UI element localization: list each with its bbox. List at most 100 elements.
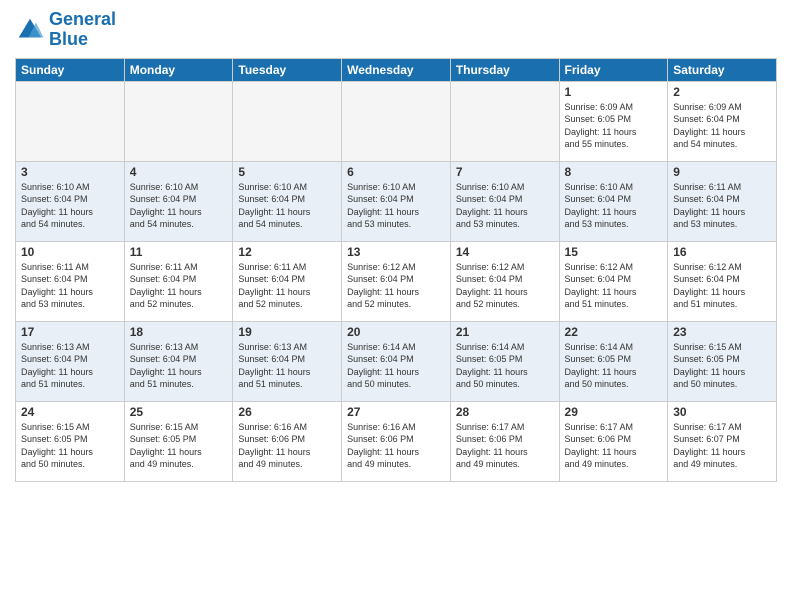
day-info: Sunrise: 6:16 AM Sunset: 6:06 PM Dayligh… [238,421,336,471]
calendar-week-3: 10 Sunrise: 6:11 AM Sunset: 6:04 PM Dayli… [16,241,777,321]
calendar-cell: 8 Sunrise: 6:10 AM Sunset: 6:04 PM Daylig… [559,161,668,241]
day-number: 15 [565,245,663,259]
logo-text: General Blue [49,10,116,50]
day-number: 13 [347,245,445,259]
day-number: 1 [565,85,663,99]
day-number: 24 [21,405,119,419]
calendar-cell: 5 Sunrise: 6:10 AM Sunset: 6:04 PM Daylig… [233,161,342,241]
day-number: 16 [673,245,771,259]
calendar-cell: 15 Sunrise: 6:12 AM Sunset: 6:04 PM Dayli… [559,241,668,321]
logo-general: General [49,9,116,29]
calendar-cell: 16 Sunrise: 6:12 AM Sunset: 6:04 PM Dayli… [668,241,777,321]
day-info: Sunrise: 6:15 AM Sunset: 6:05 PM Dayligh… [130,421,228,471]
day-number: 7 [456,165,554,179]
day-info: Sunrise: 6:10 AM Sunset: 6:04 PM Dayligh… [565,181,663,231]
calendar-col-saturday: Saturday [668,58,777,81]
calendar-cell: 9 Sunrise: 6:11 AM Sunset: 6:04 PM Daylig… [668,161,777,241]
day-number: 8 [565,165,663,179]
calendar-cell: 27Sunrise: 6:16 AM Sunset: 6:06 PM Dayli… [342,401,451,481]
calendar-cell: 4 Sunrise: 6:10 AM Sunset: 6:04 PM Daylig… [124,161,233,241]
day-number: 18 [130,325,228,339]
day-number: 4 [130,165,228,179]
logo-blue: Blue [49,29,88,49]
day-number: 14 [456,245,554,259]
calendar-col-friday: Friday [559,58,668,81]
calendar-cell: 21 Sunrise: 6:14 AM Sunset: 6:05 PM Dayli… [450,321,559,401]
day-number: 26 [238,405,336,419]
calendar-cell: 23Sunrise: 6:15 AM Sunset: 6:05 PM Dayli… [668,321,777,401]
day-number: 10 [21,245,119,259]
calendar-cell: 26 Sunrise: 6:16 AM Sunset: 6:06 PM Dayli… [233,401,342,481]
day-number: 17 [21,325,119,339]
day-info: Sunrise: 6:15 AM Sunset: 6:05 PM Dayligh… [673,341,771,391]
calendar-cell: 24 Sunrise: 6:15 AM Sunset: 6:05 PM Dayli… [16,401,125,481]
calendar-table: SundayMondayTuesdayWednesdayThursdayFrid… [15,58,777,482]
calendar-cell: 17 Sunrise: 6:13 AM Sunset: 6:04 PM Dayli… [16,321,125,401]
day-info: Sunrise: 6:12 AM Sunset: 6:04 PM Dayligh… [456,261,554,311]
page: General Blue SundayMondayTuesdayWednesda… [0,0,792,612]
day-number: 28 [456,405,554,419]
calendar-cell: 11 Sunrise: 6:11 AM Sunset: 6:04 PM Dayli… [124,241,233,321]
day-info: Sunrise: 6:13 AM Sunset: 6:04 PM Dayligh… [21,341,119,391]
calendar-cell [16,81,125,161]
calendar-cell: 1Sunrise: 6:09 AM Sunset: 6:05 PM Daylig… [559,81,668,161]
day-number: 27 [347,405,445,419]
day-info: Sunrise: 6:17 AM Sunset: 6:07 PM Dayligh… [673,421,771,471]
header: General Blue [15,10,777,50]
calendar-cell: 19 Sunrise: 6:13 AM Sunset: 6:04 PM Dayli… [233,321,342,401]
calendar-cell: 29Sunrise: 6:17 AM Sunset: 6:06 PM Dayli… [559,401,668,481]
calendar-week-4: 17 Sunrise: 6:13 AM Sunset: 6:04 PM Dayli… [16,321,777,401]
day-info: Sunrise: 6:09 AM Sunset: 6:04 PM Dayligh… [673,101,771,151]
calendar-col-thursday: Thursday [450,58,559,81]
calendar-week-1: 1Sunrise: 6:09 AM Sunset: 6:05 PM Daylig… [16,81,777,161]
calendar-cell: 20Sunrise: 6:14 AM Sunset: 6:04 PM Dayli… [342,321,451,401]
calendar-col-tuesday: Tuesday [233,58,342,81]
day-info: Sunrise: 6:11 AM Sunset: 6:04 PM Dayligh… [673,181,771,231]
day-info: Sunrise: 6:12 AM Sunset: 6:04 PM Dayligh… [347,261,445,311]
calendar-cell [342,81,451,161]
calendar-cell [233,81,342,161]
calendar-cell: 22Sunrise: 6:14 AM Sunset: 6:05 PM Dayli… [559,321,668,401]
day-info: Sunrise: 6:10 AM Sunset: 6:04 PM Dayligh… [21,181,119,231]
calendar-cell: 18Sunrise: 6:13 AM Sunset: 6:04 PM Dayli… [124,321,233,401]
calendar-week-2: 3 Sunrise: 6:10 AM Sunset: 6:04 PM Daylig… [16,161,777,241]
day-info: Sunrise: 6:17 AM Sunset: 6:06 PM Dayligh… [456,421,554,471]
calendar-cell: 6Sunrise: 6:10 AM Sunset: 6:04 PM Daylig… [342,161,451,241]
calendar-cell [450,81,559,161]
day-info: Sunrise: 6:14 AM Sunset: 6:05 PM Dayligh… [456,341,554,391]
calendar-cell: 10 Sunrise: 6:11 AM Sunset: 6:04 PM Dayli… [16,241,125,321]
day-number: 25 [130,405,228,419]
day-info: Sunrise: 6:11 AM Sunset: 6:04 PM Dayligh… [21,261,119,311]
calendar-col-monday: Monday [124,58,233,81]
calendar-cell: 28 Sunrise: 6:17 AM Sunset: 6:06 PM Dayli… [450,401,559,481]
calendar-week-5: 24 Sunrise: 6:15 AM Sunset: 6:05 PM Dayli… [16,401,777,481]
day-info: Sunrise: 6:12 AM Sunset: 6:04 PM Dayligh… [673,261,771,311]
day-number: 9 [673,165,771,179]
calendar-cell: 14 Sunrise: 6:12 AM Sunset: 6:04 PM Dayli… [450,241,559,321]
day-info: Sunrise: 6:10 AM Sunset: 6:04 PM Dayligh… [456,181,554,231]
calendar-cell: 25 Sunrise: 6:15 AM Sunset: 6:05 PM Dayli… [124,401,233,481]
calendar-col-wednesday: Wednesday [342,58,451,81]
day-number: 3 [21,165,119,179]
day-number: 5 [238,165,336,179]
day-info: Sunrise: 6:13 AM Sunset: 6:04 PM Dayligh… [238,341,336,391]
day-number: 19 [238,325,336,339]
day-info: Sunrise: 6:10 AM Sunset: 6:04 PM Dayligh… [238,181,336,231]
calendar-header-row: SundayMondayTuesdayWednesdayThursdayFrid… [16,58,777,81]
calendar-cell: 2Sunrise: 6:09 AM Sunset: 6:04 PM Daylig… [668,81,777,161]
calendar-cell: 13 Sunrise: 6:12 AM Sunset: 6:04 PM Dayli… [342,241,451,321]
day-info: Sunrise: 6:12 AM Sunset: 6:04 PM Dayligh… [565,261,663,311]
day-number: 21 [456,325,554,339]
logo-icon [15,15,45,45]
day-number: 30 [673,405,771,419]
day-info: Sunrise: 6:11 AM Sunset: 6:04 PM Dayligh… [238,261,336,311]
day-info: Sunrise: 6:11 AM Sunset: 6:04 PM Dayligh… [130,261,228,311]
calendar-cell: 12Sunrise: 6:11 AM Sunset: 6:04 PM Dayli… [233,241,342,321]
day-number: 11 [130,245,228,259]
day-number: 20 [347,325,445,339]
day-info: Sunrise: 6:15 AM Sunset: 6:05 PM Dayligh… [21,421,119,471]
calendar-cell: 30 Sunrise: 6:17 AM Sunset: 6:07 PM Dayli… [668,401,777,481]
day-info: Sunrise: 6:10 AM Sunset: 6:04 PM Dayligh… [347,181,445,231]
calendar-cell [124,81,233,161]
day-info: Sunrise: 6:10 AM Sunset: 6:04 PM Dayligh… [130,181,228,231]
